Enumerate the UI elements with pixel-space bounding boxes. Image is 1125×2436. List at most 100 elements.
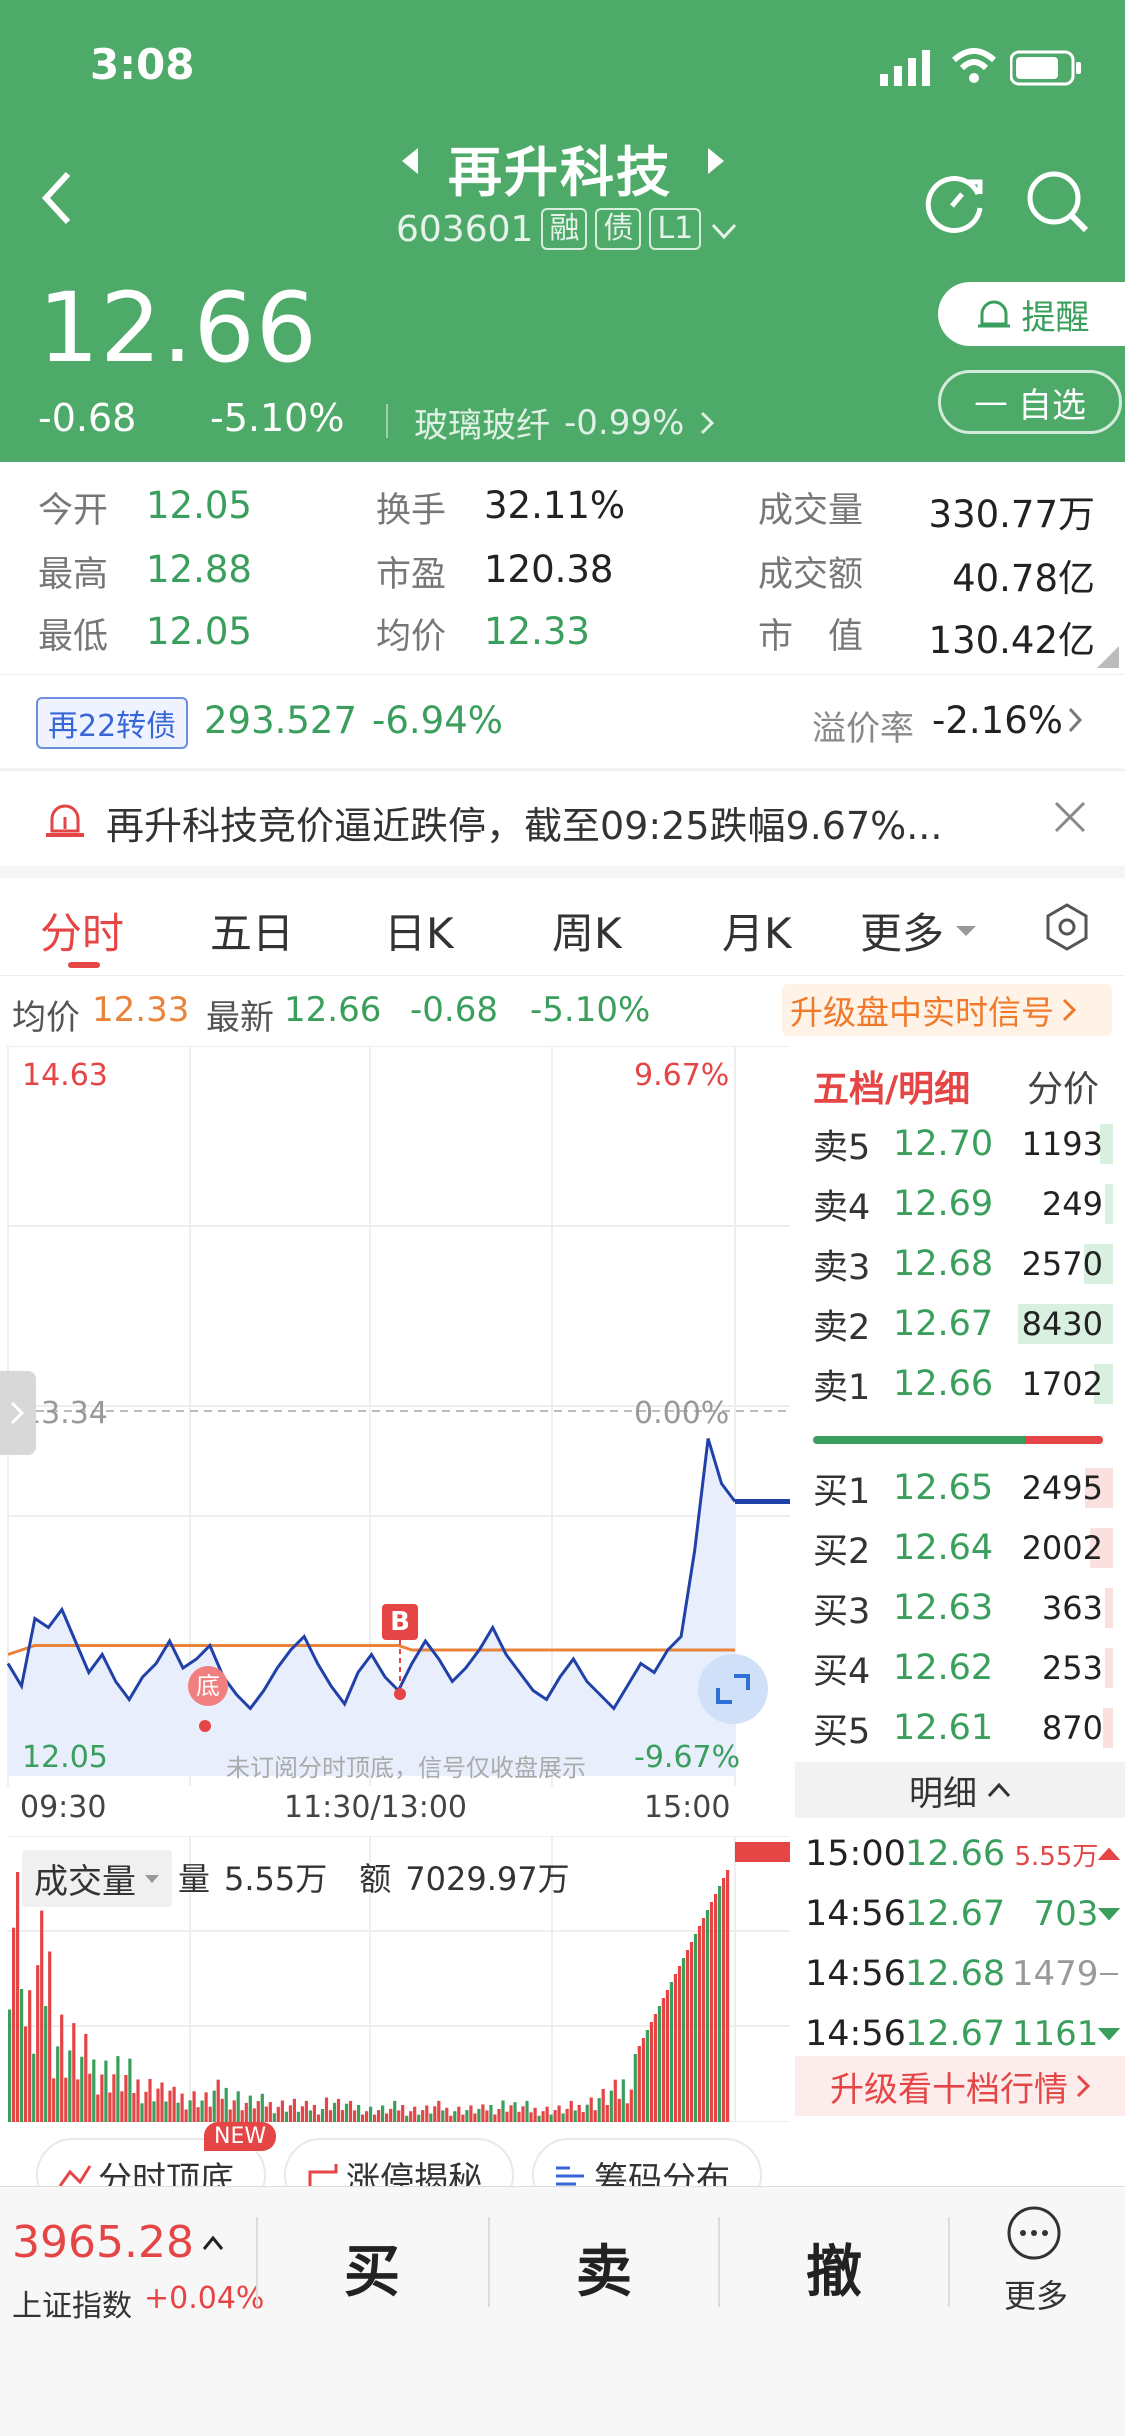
chip-icon [556, 2166, 584, 2186]
amt-value: 7029.97万 [405, 1860, 570, 1898]
volume-bar [577, 2105, 581, 2122]
volume-bar [445, 2107, 449, 2122]
latest-value: 12.66 [284, 990, 382, 1030]
alert-notice[interactable]: 再升科技竞价逼近跌停，截至09:25跌幅9.67%... [0, 770, 1125, 866]
high-value: 12.88 [146, 548, 252, 591]
chart-info-line: 均价 12.33 最新 12.66 -0.68 -5.10% 升级盘中实时信号 [0, 976, 1125, 1046]
volume-bar [8, 2009, 12, 2122]
volume-bar [204, 2092, 208, 2122]
volume-bar [296, 2111, 300, 2122]
volume-bar [108, 2092, 112, 2122]
tab-monthly-k[interactable]: 月K [722, 900, 792, 961]
chevron-down-icon[interactable] [709, 209, 739, 250]
buy-signal-marker[interactable]: B [382, 1604, 418, 1640]
wifi-icon [950, 46, 998, 90]
level-price: 12.65 [893, 1468, 994, 1508]
index-ticker[interactable]: 3965.28 [12, 2217, 224, 2268]
side-drawer-handle[interactable] [0, 1371, 36, 1455]
volume-bar [180, 2093, 184, 2122]
ask-level-3[interactable]: 卖3 12.68 2570 [813, 1234, 1113, 1294]
bond-pct: -6.94% [372, 699, 503, 742]
tab-five-day[interactable]: 五日 [210, 900, 294, 961]
margin-tag: 融 [541, 208, 588, 250]
x-mid-label: 11:30/13:00 [284, 1790, 468, 1825]
volume-indicator-select[interactable]: 成交量 [22, 1850, 172, 1907]
level-label: 卖3 [813, 1247, 871, 1288]
prev-stock-icon[interactable] [398, 146, 422, 180]
bottom-signal-marker[interactable]: 底 [188, 1666, 228, 1706]
volume-bar [212, 2090, 216, 2122]
caret-down-icon [145, 1874, 159, 1883]
level-label: 卖2 [813, 1307, 871, 1348]
volume-bar [609, 2090, 613, 2122]
close-icon[interactable] [1052, 799, 1088, 839]
volume-bar [52, 2078, 56, 2122]
limit-up-icon [308, 2164, 338, 2186]
ask-level-5[interactable]: 卖1 12.66 1702 [813, 1354, 1113, 1414]
bid-level-2[interactable]: 买2 12.64 2002 [813, 1518, 1113, 1578]
bid-level-1[interactable]: 买1 12.65 2495 [813, 1458, 1113, 1518]
fullscreen-icon[interactable] [698, 1654, 768, 1724]
sector-link[interactable]: 玻璃玻纤 -0.99% [414, 398, 716, 447]
more-label[interactable]: 更多 [1004, 2271, 1068, 2317]
volume-bar [549, 2114, 553, 2122]
volume-bar [421, 2110, 425, 2122]
tab-daily-k[interactable]: 日K [384, 900, 454, 961]
settings-icon[interactable] [1044, 902, 1090, 956]
stock-code: 603601 [396, 208, 534, 250]
shortcut-limit-up[interactable]: 涨停揭秘 [284, 2138, 514, 2186]
notice-text: 再升科技竞价逼近跌停，截至09:25跌幅9.67%... [106, 804, 943, 848]
mktcap-value: 130.42亿 [928, 619, 1095, 662]
depth-bar [1103, 1708, 1113, 1748]
price-distribution-tab[interactable]: 分价 [1027, 1060, 1099, 1112]
ask-level-1[interactable]: 卖5 12.70 1193 [813, 1114, 1113, 1174]
ask-level-4[interactable]: 卖2 12.67 8430 [813, 1294, 1113, 1354]
tab-more[interactable]: 更多 [860, 900, 978, 961]
more-icon[interactable] [1006, 2205, 1062, 2265]
bid-level-5[interactable]: 买5 12.61 870 [813, 1698, 1113, 1758]
bid-level-3[interactable]: 买3 12.63 363 [813, 1578, 1113, 1638]
level-price: 12.63 [893, 1588, 994, 1628]
bid-level-4[interactable]: 买4 12.62 253 [813, 1638, 1113, 1698]
volume-bar [453, 2111, 457, 2122]
back-icon[interactable] [38, 170, 78, 230]
watchlist-button[interactable]: — 自选 [938, 370, 1122, 434]
volume-bar [276, 2106, 280, 2122]
bottom-signal-dot [199, 1720, 211, 1732]
volume-bar [252, 2108, 256, 2122]
upgrade-signal-button[interactable]: 升级盘中实时信号 [782, 984, 1112, 1036]
search-icon[interactable] [1024, 168, 1090, 238]
convertible-bond-row[interactable]: 再22转债 293.527 -6.94% 溢价率 -2.16% [0, 674, 1125, 768]
tab-intraday[interactable]: 分时 [40, 900, 124, 961]
refresh-icon[interactable] [924, 168, 990, 238]
buy-button[interactable]: 买 [262, 2227, 482, 2308]
volume-bar [240, 2110, 244, 2122]
tick-price: 12.67 [905, 1894, 1006, 1934]
expand-corner-icon[interactable] [1097, 646, 1119, 668]
upgrade-level10-button[interactable]: 升级看十档行情 [795, 2056, 1125, 2116]
shortcut-chip-distribution[interactable]: 筹码分布 [532, 2138, 762, 2186]
volume-bar [280, 2100, 284, 2122]
volume-bar [621, 2079, 625, 2122]
ask-level-2[interactable]: 卖4 12.69 249 [813, 1174, 1113, 1234]
cancel-order-button[interactable]: 撤 [724, 2227, 944, 2308]
volume-bar [104, 2060, 108, 2122]
amount-label: 成交额 [758, 555, 864, 595]
volume-bar [340, 2110, 345, 2122]
intraday-chart[interactable]: 14.63 9.67% 13.34 0.00% 12.05 -9.67% 未订阅… [0, 1046, 795, 2122]
volume-bar [597, 2098, 601, 2122]
volume-bar [718, 1886, 722, 2122]
tab-weekly-k[interactable]: 周K [552, 900, 622, 961]
status-time: 3:08 [90, 40, 195, 89]
volume-bar [585, 2104, 589, 2122]
volume-bar [469, 2105, 473, 2122]
volume-bar [232, 2100, 236, 2122]
sell-button[interactable]: 卖 [494, 2227, 714, 2308]
order-book-tab[interactable]: 五档/明细 [813, 1060, 970, 1112]
next-stock-icon[interactable] [704, 146, 728, 180]
tick-volume: 5.55万 [1014, 1841, 1099, 1872]
level-price: 12.67 [893, 1304, 994, 1344]
detail-toggle[interactable]: 明细 [795, 1762, 1125, 1818]
remind-button[interactable]: 提醒 [938, 282, 1125, 346]
volume-bar [328, 2110, 333, 2122]
